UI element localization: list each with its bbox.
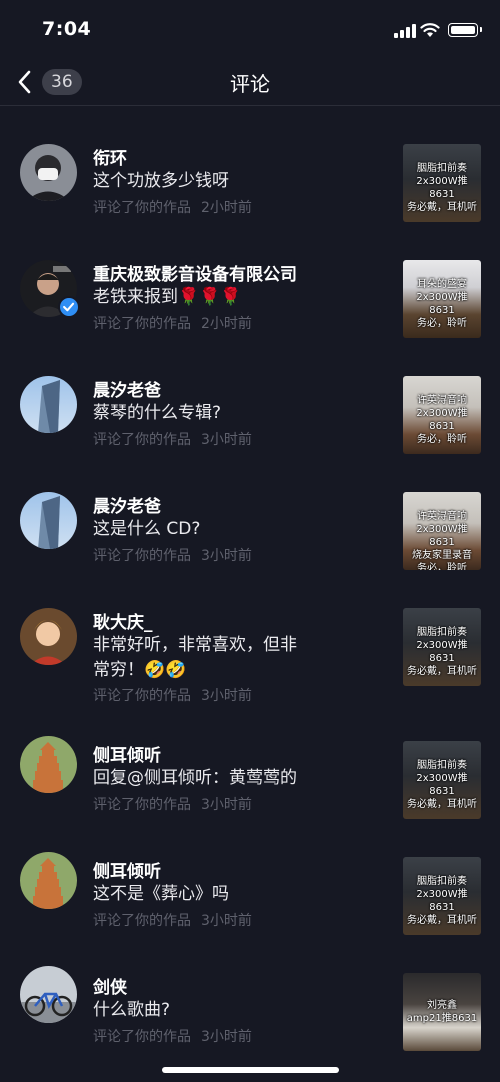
avatar[interactable] — [20, 966, 77, 1023]
video-thumbnail[interactable]: 胭脂扣前奏 2x300W推8631 务必戴，耳机听 — [403, 857, 481, 935]
comment-username[interactable]: 剑侠 — [93, 973, 127, 998]
comment-meta: 评论了你的作品 3小时前 — [93, 688, 252, 704]
comment-item[interactable]: 耿大庆_ 非常好听，非常喜欢，但非常穷！🤣🤣 评论了你的作品 3小时前 胭脂扣前奏… — [0, 571, 500, 711]
thumbnail-caption: 许英浔音响 2x300W推8631 烧友家里录音 务必，聆听 — [412, 511, 472, 570]
comment-text: 蔡琴的什么专辑? — [93, 403, 222, 423]
status-bar: 7:04 — [0, 0, 500, 60]
avatar[interactable] — [20, 144, 77, 201]
comment-username[interactable]: 衔环 — [93, 144, 127, 169]
comment-meta: 评论了你的作品 3小时前 — [93, 913, 252, 929]
comment-time: 3小时前 — [201, 913, 252, 929]
comment-item[interactable]: 晨汐老爸 蔡琴的什么专辑? 评论了你的作品 3小时前 许英浔音响 2x300W推8… — [0, 339, 500, 455]
comment-username[interactable]: 重庆极致影音设备有限公司 — [93, 260, 297, 285]
comment-time: 3小时前 — [201, 688, 252, 704]
page-title: 评论 — [230, 72, 270, 96]
battery-icon — [448, 23, 482, 37]
thumbnail-caption: 许英浔音响 2x300W推8631 务必，聆听 — [416, 395, 468, 445]
comment-time: 3小时前 — [201, 548, 252, 564]
comment-meta: 评论了你的作品 3小时前 — [93, 548, 252, 564]
comment-meta: 评论了你的作品 3小时前 — [93, 432, 252, 448]
nav-header: 36 评论 — [0, 60, 500, 106]
comment-text: 这不是《葬心》吗 — [93, 884, 229, 904]
comment-meta: 评论了你的作品 3小时前 — [93, 797, 252, 813]
comment-time: 3小时前 — [201, 1029, 252, 1045]
video-thumbnail[interactable]: 耳朵的盛宴 2x300W推8631 务必，聆听 — [403, 260, 481, 338]
home-indicator[interactable] — [162, 1067, 339, 1073]
comment-item[interactable]: 剑侠 什么歌曲? 评论了你的作品 3小时前 刘亮鑫 amp21推8631 — [0, 943, 500, 1059]
comment-username[interactable]: 耿大庆_ — [93, 608, 153, 633]
cellular-signal-icon — [394, 24, 416, 38]
video-thumbnail[interactable]: 许英浔音响 2x300W推8631 烧友家里录音 务必，聆听 — [403, 492, 481, 570]
comment-meta: 评论了你的作品 2小时前 — [93, 316, 252, 332]
comment-meta: 评论了你的作品 2小时前 — [93, 200, 252, 216]
video-thumbnail[interactable]: 胭脂扣前奏 2x300W推8631 务必戴，耳机听 — [403, 144, 481, 222]
comment-time: 2小时前 — [201, 316, 252, 332]
comment-text: 回复@侧耳倾听：黄莺莺的 — [93, 768, 297, 788]
video-thumbnail[interactable]: 胭脂扣前奏 2x300W推8631 务必戴，耳机听 — [403, 741, 481, 819]
comment-username[interactable]: 侧耳倾听 — [93, 741, 161, 766]
comment-text: 什么歌曲? — [93, 1000, 171, 1020]
verified-badge-icon — [58, 296, 80, 318]
comment-item[interactable]: 重庆极致影音设备有限公司 老铁来报到🌹🌹🌹 评论了你的作品 2小时前 耳朵的盛宴 … — [0, 223, 500, 339]
status-time: 7:04 — [42, 18, 92, 40]
avatar[interactable] — [20, 376, 77, 433]
avatar[interactable] — [20, 492, 77, 549]
comment-time: 2小时前 — [201, 200, 252, 216]
thumbnail-caption: 耳朵的盛宴 2x300W推8631 务必，聆听 — [416, 279, 468, 329]
comment-text: 这是什么 CD? — [93, 519, 201, 539]
comment-text: 老铁来报到🌹🌹🌹 — [93, 287, 242, 307]
comment-item[interactable]: 侧耳倾听 回复@侧耳倾听：黄莺莺的 评论了你的作品 3小时前 胭脂扣前奏 2x30… — [0, 711, 500, 827]
comment-username[interactable]: 侧耳倾听 — [93, 857, 161, 882]
avatar[interactable] — [20, 736, 77, 793]
comment-username[interactable]: 晨汐老爸 — [93, 492, 161, 517]
comment-text: 非常好听，非常喜欢，但非常穷！🤣🤣 — [93, 635, 297, 680]
avatar[interactable] — [20, 608, 77, 665]
comment-time: 3小时前 — [201, 432, 252, 448]
comment-meta: 评论了你的作品 3小时前 — [93, 1029, 252, 1045]
thumbnail-caption: 胭脂扣前奏 2x300W推8631 务必戴，耳机听 — [407, 876, 477, 926]
video-thumbnail[interactable]: 胭脂扣前奏 2x300W推8631 务必戴，耳机听 — [403, 608, 481, 686]
comment-item[interactable]: 侧耳倾听 这不是《葬心》吗 评论了你的作品 3小时前 胭脂扣前奏 2x300W推8… — [0, 827, 500, 943]
video-thumbnail[interactable]: 许英浔音响 2x300W推8631 务必，聆听 — [403, 376, 481, 454]
thumbnail-caption: 刘亮鑫 amp21推8631 — [406, 1000, 478, 1024]
thumbnail-caption: 胭脂扣前奏 2x300W推8631 务必戴，耳机听 — [407, 627, 477, 677]
video-thumbnail[interactable]: 刘亮鑫 amp21推8631 — [403, 973, 481, 1051]
thumbnail-caption: 胭脂扣前奏 2x300W推8631 务必戴，耳机听 — [407, 760, 477, 810]
comment-username[interactable]: 晨汐老爸 — [93, 376, 161, 401]
wifi-icon — [420, 23, 440, 37]
comment-item[interactable]: 晨汐老爸 这是什么 CD? 评论了你的作品 3小时前 许英浔音响 2x300W推8… — [0, 455, 500, 571]
thumbnail-caption: 胭脂扣前奏 2x300W推8631 务必戴，耳机听 — [407, 163, 477, 213]
avatar[interactable] — [20, 852, 77, 909]
comment-text: 这个功放多少钱呀 — [93, 171, 229, 191]
comment-item[interactable]: 衔环 这个功放多少钱呀 评论了你的作品 2小时前 胭脂扣前奏 2x300W推863… — [0, 107, 500, 223]
comment-time: 3小时前 — [201, 797, 252, 813]
